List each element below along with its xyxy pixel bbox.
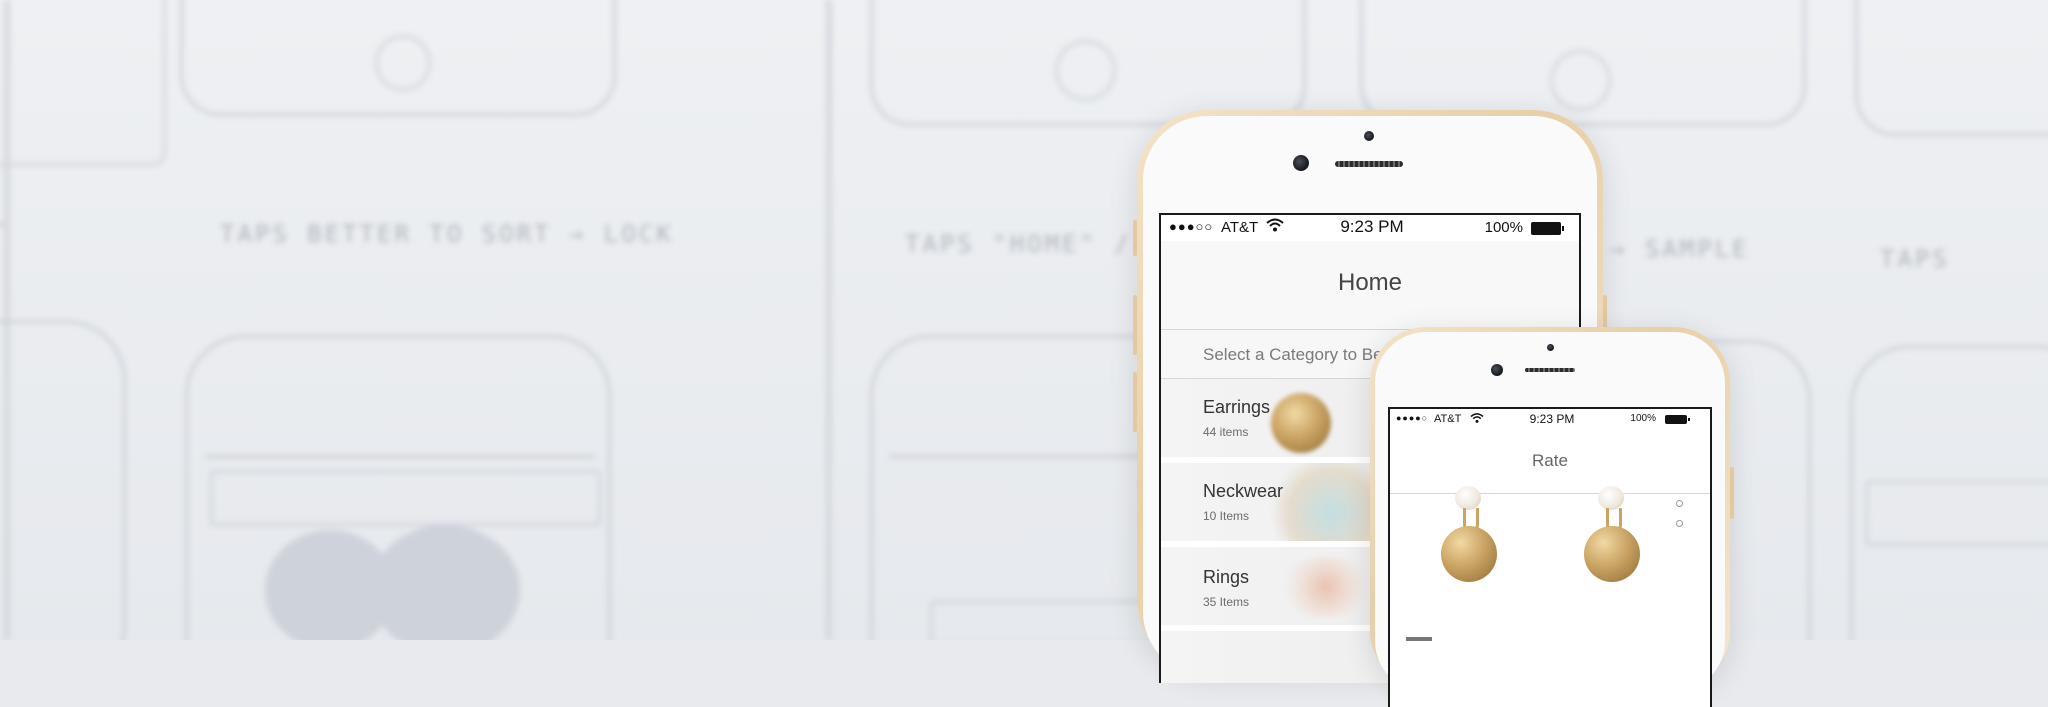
category-count: 35 Items [1203,595,1250,609]
earpiece-speaker [1335,161,1403,167]
nav-bar: Home [1161,241,1579,330]
battery-icon [1531,222,1564,235]
sketch-note: TAPS [1880,245,1950,273]
battery-percentage: 100% [1630,413,1656,424]
carrier-label: AT&T [1434,413,1462,425]
sketch-home-button [375,35,431,91]
front-camera-icon [1547,344,1554,351]
sketch-wireframes: ~ TAPS BETTER TO SORT → LOCK TAPS "HOME"… [0,0,2048,640]
power-button [1730,467,1734,519]
battery-icon [1665,415,1690,424]
sketch-home-button [1055,40,1116,101]
rings-thumbnail [1281,557,1371,617]
sketch-toolbar [1865,480,2048,546]
category-count: 44 items [1203,425,1249,439]
sketch-divider [826,0,832,640]
front-camera-icon [1364,131,1374,141]
facetime-camera-icon [1491,364,1503,376]
scroll-indicator [1406,637,1432,641]
carrier-label: AT&T [1221,219,1259,236]
pearl [1455,486,1481,510]
gold-ball [1584,526,1640,582]
small-phone: ●●●●○ AT&T 9:23 PM 100% Rate [1370,327,1734,707]
sketch-background: ~ TAPS BETTER TO SORT → LOCK TAPS "HOME"… [0,0,2048,640]
facetime-camera-icon [1293,155,1309,171]
volume-down-button [1133,372,1137,432]
sketch-phone [1855,0,2048,136]
sketch-home-button [1550,50,1611,111]
wifi-icon [1266,217,1284,237]
sketch-line [205,455,595,458]
volume-up-button [1133,295,1137,355]
status-bar: ●●●●○ AT&T 9:23 PM 100% [1390,409,1710,429]
sketch-note: TAPS BETTER TO SORT → LOCK [220,220,674,248]
category-count: 10 Items [1203,509,1250,523]
earpiece-speaker [1525,368,1575,372]
category-name: Rings [1203,567,1250,587]
signal-strength-icon: ●●●●○ [1396,413,1429,423]
pearl [1598,486,1624,510]
sketch-note: → SAMPLE [1610,235,1750,263]
page-indicator-dot[interactable] [1676,520,1683,527]
status-time: 9:23 PM [1340,217,1404,236]
battery-percentage: 100% [1484,219,1523,236]
category-name: Neckwear [1203,481,1284,501]
signal-strength-icon: ●●●○○ [1169,219,1214,234]
gold-ball [1441,526,1497,582]
page-indicator-dot[interactable] [1676,500,1683,507]
nav-title: Rate [1532,451,1568,470]
mute-switch [1133,220,1137,256]
product-image[interactable] [1390,486,1710,707]
status-time: 9:23 PM [1529,412,1575,426]
nav-bar: Rate [1390,429,1710,494]
wifi-icon [1470,412,1484,427]
earring-right [1578,486,1648,614]
sketch-toolbar [210,470,601,526]
nav-title: Home [1337,269,1403,296]
sketch-field [930,600,1156,640]
sketch-phone [0,320,126,640]
status-bar: ●●●○○ AT&T 9:23 PM 100% [1161,215,1579,241]
small-phone-screen: ●●●●○ AT&T 9:23 PM 100% Rate [1388,407,1712,707]
sketch-screen [0,0,166,166]
category-name: Earrings [1203,397,1271,417]
earring-left [1435,486,1505,614]
earrings-thumbnail [1271,393,1331,453]
